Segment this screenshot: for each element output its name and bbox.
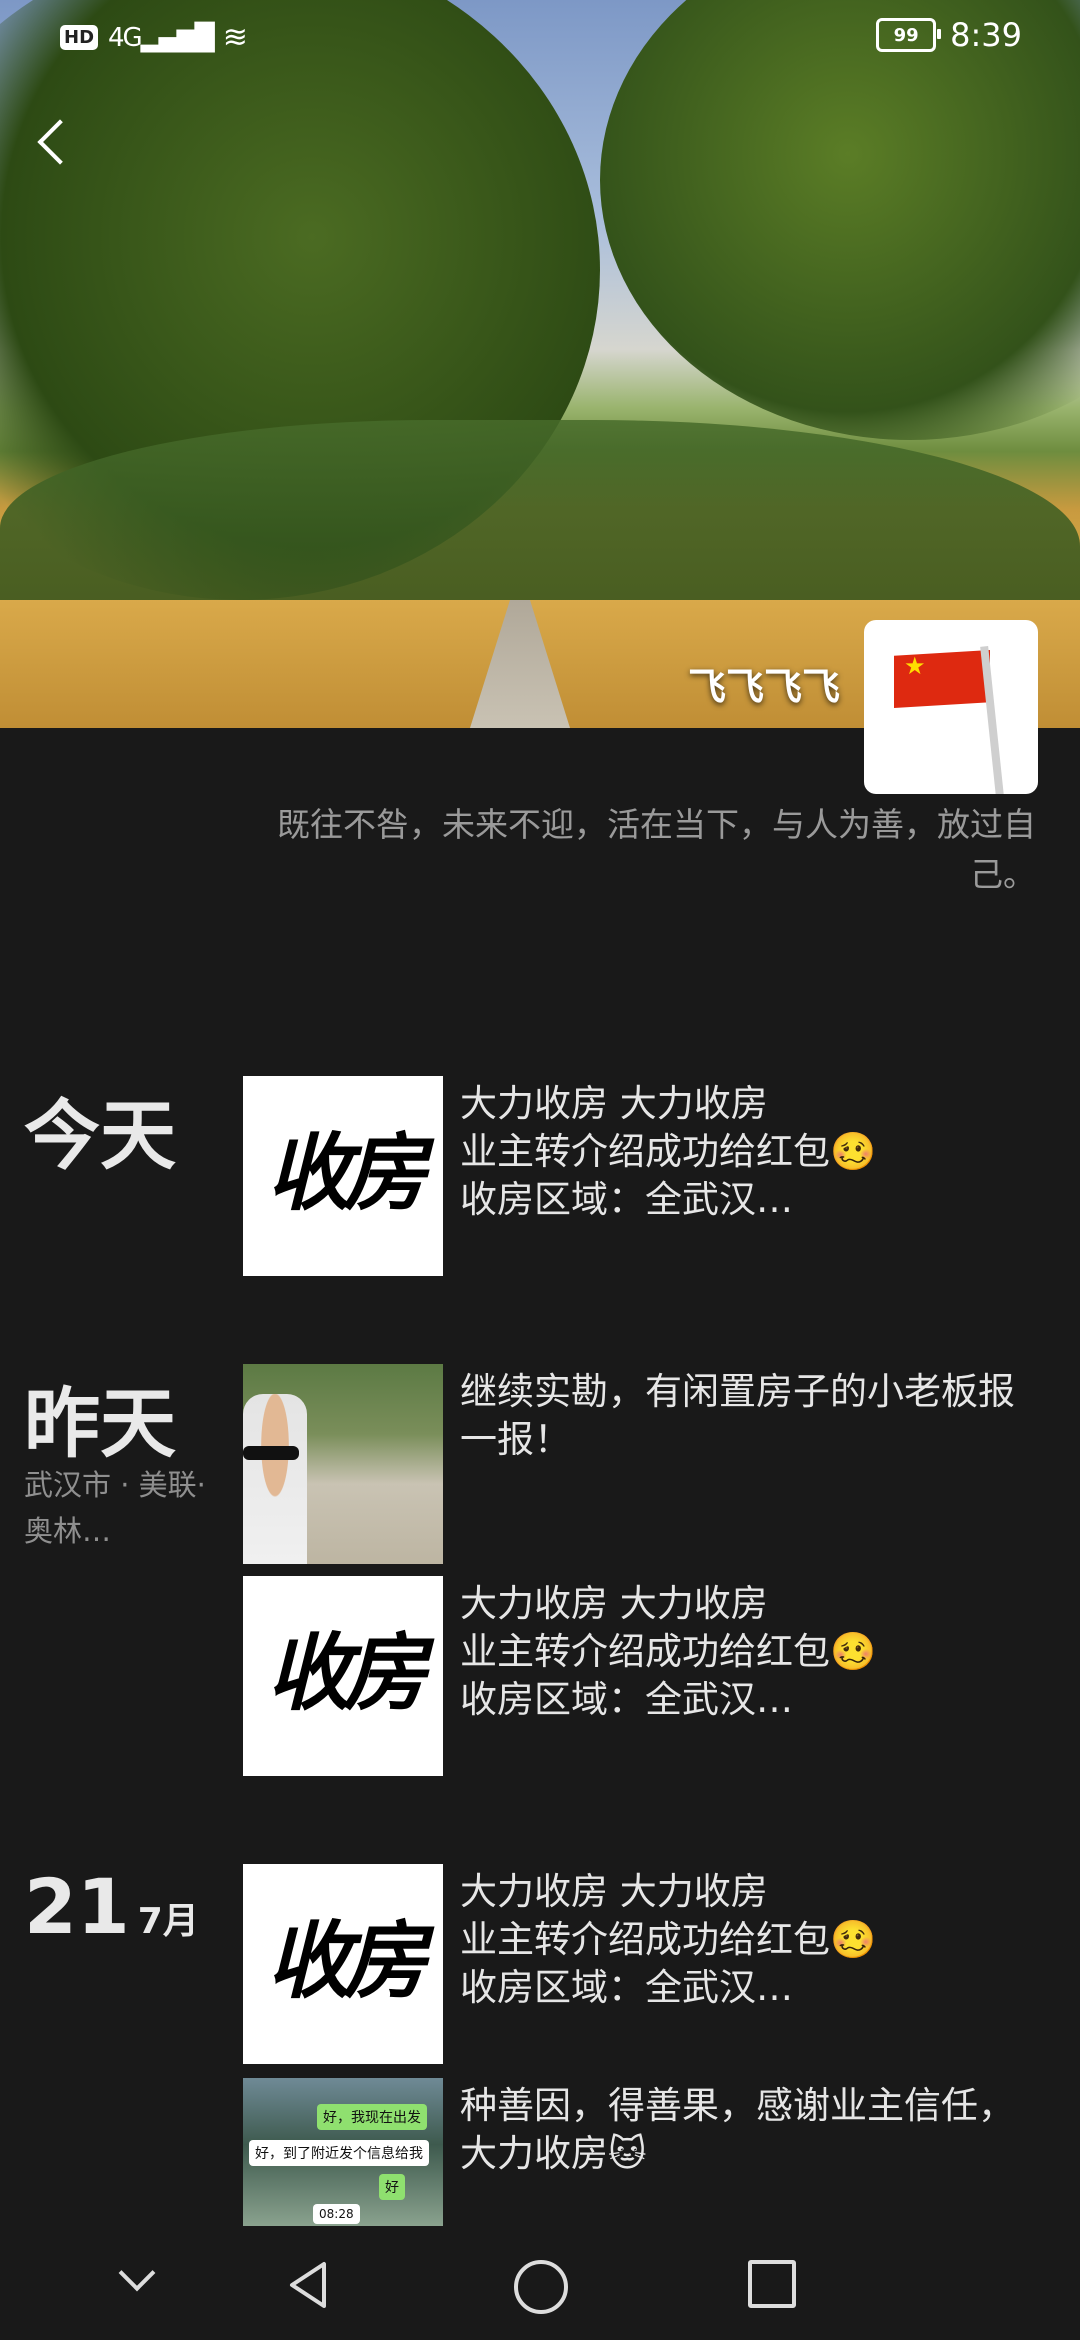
nickname: 飞飞飞飞 [687, 665, 840, 709]
date-label: 昨天 [24, 1379, 176, 1468]
date-label: 今天 [24, 1091, 176, 1180]
post-text: 种善因，得善果，感谢业主信任，大力收房🐱 [460, 2084, 1015, 2175]
status-bar: HD 4G▂▄▆█ ≋ 99 8:39 [0, 0, 1080, 80]
post-text: 继续实勘，有闲置房子的小老板报一报！ [460, 1370, 1015, 1461]
signature: 既往不咎，未来不迎，活在当下，与人为善，放过自己。 [277, 805, 1036, 894]
post-text: 大力收房 大力收房 业主转介绍成功给红包🥴 收房区域：全武汉… [460, 1582, 877, 1721]
date-label: 21 7月 [24, 1862, 199, 1951]
avatar[interactable] [864, 620, 1038, 794]
back-arrow-icon[interactable] [34, 112, 74, 172]
clock: 8:39 [950, 16, 1022, 54]
post-thumbnail[interactable] [243, 1364, 443, 1564]
signal-icon: 4G▂▄▆█ [108, 22, 215, 53]
cover-photo[interactable] [0, 0, 1080, 728]
treeline [0, 420, 1080, 600]
square-recent-icon[interactable] [748, 2260, 796, 2308]
hd-icon: HD [60, 25, 99, 50]
triangle-back-icon[interactable] [288, 2260, 328, 2310]
post-thumbnail[interactable]: 收房 [243, 1864, 443, 2064]
person-photo [243, 1394, 307, 1564]
flagpole [980, 645, 1004, 794]
post-text: 大力收房 大力收房 业主转介绍成功给红包🥴 收房区域：全武汉… [460, 1870, 877, 2009]
sunglasses [243, 1446, 299, 1460]
chevron-down-icon[interactable] [118, 2260, 154, 2296]
location-label[interactable]: 武汉市 · 美联·奥林… [24, 1462, 210, 1554]
post-thumbnail[interactable]: 收房 [243, 1076, 443, 1276]
flag-icon [894, 650, 990, 708]
post-text: 大力收房 大力收房 业主转介绍成功给红包🥴 收房区域：全武汉… [460, 1082, 877, 1221]
circle-home-icon[interactable] [514, 2260, 568, 2314]
wifi-icon: ≋ [222, 20, 248, 55]
post-thumbnail[interactable]: 好，我现在出发 好，到了附近发个信息给我 好 08:28 [243, 2078, 443, 2226]
system-nav-bar [0, 2226, 1080, 2340]
post-thumbnail[interactable]: 收房 [243, 1576, 443, 1776]
battery-icon: 99 [876, 18, 942, 52]
